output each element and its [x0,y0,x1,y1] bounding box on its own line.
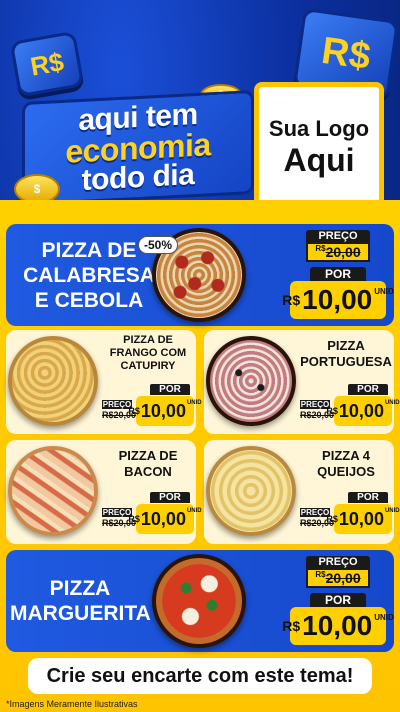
headline-line-3: todo dia [81,158,195,197]
price-tag: POR PREÇO R$20,00 R$ 10,00 UNID [300,492,400,548]
product-name: PIZZA MARGUERITA [10,577,151,625]
disclaimer-text: *Imagens Meramente Ilustrativas [6,699,138,709]
price-tag: POR PREÇO R$20,00 R$ 10,00 UNID [102,384,202,440]
grid-card-portuguesa: PIZZA PORTUGUESA POR PREÇO R$20,00 R$ 10,0… [204,330,400,434]
featured-card-marguerita: PIZZA MARGUERITA PREÇO R$20,00 POR R$ 10,… [6,550,394,652]
currency-badge-left: R$ [9,30,85,98]
grid-card-bacon: PIZZA DE BACON POR PREÇO R$20,00 R$ 10,00 U… [6,440,202,544]
logo-text-line-1: Sua Logo [268,115,370,141]
grid-card-frango: PIZZA DE FRANGO COM CATUPIRY POR PREÇO R$2… [6,330,202,434]
por-label: POR [310,267,366,281]
por-label: POR [310,593,366,607]
price-tag: POR PREÇO R$20,00 R$ 10,00 UNID [102,492,202,548]
product-name: PIZZA PORTUGUESA [300,338,392,369]
new-price: R$ 10,00 UNID [282,281,394,319]
por-label: POR [150,384,190,395]
price-tag: POR PREÇO R$20,00 R$ 10,00 UNID [300,384,400,440]
pizza-frango-image [8,336,98,426]
product-name: PIZZA 4 QUEIJOS [317,448,375,479]
price-tag: PREÇO R$20,00 POR R$ 10,00 UNID [282,556,394,645]
por-label: POR [348,384,388,395]
por-label: POR [348,492,388,503]
featured-card-calabresa: PIZZA DE CALABRESA E CEBOLA -50% PREÇO R… [6,224,394,326]
product-name: PIZZA DE BACON [118,448,178,479]
grid-card-4-queijos: PIZZA 4 QUEIJOS POR PREÇO R$20,00 R$ 10,00… [204,440,400,544]
cta-banner: Crie seu encarte com este tema! [28,658,372,694]
new-price: R$ 10,00 UNID [128,504,202,534]
flyer-page: R$ R$ $ aqui tem economia todo dia $ Sua… [0,0,400,712]
new-price: R$ 10,00 UNID [326,504,400,534]
pizza-marguerita-image [152,554,246,648]
price-tag: PREÇO R$20,00 POR R$ 10,00 UNID [282,230,394,319]
old-price: R$20,00 [306,242,370,262]
new-price: R$ 10,00 UNID [326,396,400,426]
product-name: PIZZA DE FRANGO COM CATUPIRY [109,334,187,372]
pizza-portuguesa-image [206,336,296,426]
price-label: PREÇO [306,230,370,242]
discount-badge: -50% [138,236,179,254]
pizza-bacon-image [8,446,98,536]
new-price: R$ 10,00 UNID [128,396,202,426]
price-label: PREÇO [306,556,370,568]
logo-text-line-2: Aqui [283,141,355,178]
logo-placeholder: Sua Logo Aqui [254,82,384,212]
new-price: R$ 10,00 UNID [282,607,394,645]
por-label: POR [150,492,190,503]
pizza-4-queijos-image [206,446,296,536]
old-price: R$20,00 [306,568,370,588]
